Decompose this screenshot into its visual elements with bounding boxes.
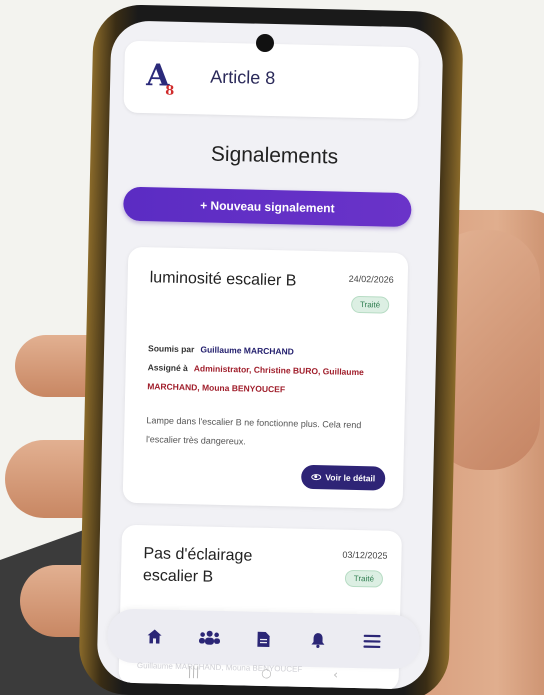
home-circle-icon[interactable]: ○ xyxy=(261,666,272,680)
document-icon[interactable] xyxy=(252,628,274,650)
bell-icon[interactable] xyxy=(307,629,329,651)
report-card[interactable]: luminosité escalier B 24/02/2026 Traité … xyxy=(122,246,409,510)
back-icon[interactable]: ‹ xyxy=(333,668,338,682)
report-date: 03/12/2025 xyxy=(342,549,388,561)
view-detail-label: Voir le détail xyxy=(325,472,376,484)
app-logo[interactable]: A8 xyxy=(146,58,181,99)
report-title: luminosité escalier B xyxy=(149,269,297,290)
app-title: Article 8 xyxy=(210,66,276,89)
front-camera xyxy=(256,34,274,52)
home-icon[interactable] xyxy=(144,625,166,647)
report-description: Lampe dans l'escalier B ne fonctionne pl… xyxy=(145,415,362,447)
page-title: Signalements xyxy=(210,142,339,169)
report-date: 24/02/2026 xyxy=(348,273,394,285)
report-title: Pas d'éclairage escalier B xyxy=(142,545,253,586)
submitted-label: Soumis par xyxy=(148,343,195,355)
assigned-label: Assigné à xyxy=(147,362,188,374)
report-meta: Soumis par Guillaume MARCHAND Assigné à Ad… xyxy=(147,339,388,401)
new-report-button[interactable]: + Nouveau signalement xyxy=(123,186,412,228)
eye-icon xyxy=(311,473,322,481)
menu-icon[interactable] xyxy=(361,630,383,652)
users-icon[interactable] xyxy=(198,626,220,648)
submitted-by: Guillaume MARCHAND xyxy=(200,344,295,357)
app-header: A8 Article 8 xyxy=(123,40,420,120)
status-badge: Traité xyxy=(350,295,390,314)
phone-screen: A8 Article 8 Signalements + Nouveau sign… xyxy=(96,20,444,690)
view-detail-button[interactable]: Voir le détail xyxy=(301,464,386,491)
status-badge: Traité xyxy=(344,569,384,588)
recent-apps-icon[interactable]: ||| xyxy=(187,664,199,678)
